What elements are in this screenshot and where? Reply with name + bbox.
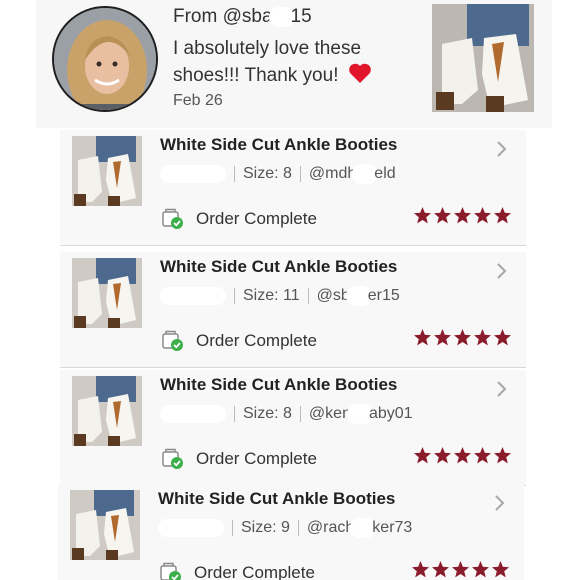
star-rating (412, 328, 512, 347)
star-icon (414, 329, 431, 346)
divider (234, 406, 235, 422)
order-size: Size: 9 (241, 519, 290, 537)
order-size: Size: 8 (243, 405, 292, 423)
divider (60, 245, 526, 246)
star-icon (492, 561, 509, 578)
avatar[interactable] (52, 6, 158, 112)
order-size: Size: 11 (243, 287, 300, 305)
product-thumbnail-image (70, 490, 140, 560)
order-complete-icon (162, 208, 183, 229)
star-rating (412, 206, 512, 225)
star-icon (454, 207, 471, 224)
star-icon (472, 561, 489, 578)
star-rating (410, 560, 510, 579)
star-icon (474, 447, 491, 464)
chevron-right-icon[interactable] (492, 262, 510, 280)
star-icon (454, 447, 471, 464)
star-icon (434, 329, 451, 346)
order-status-label: Order Complete (196, 331, 317, 350)
order-meta: Size: 8 @mdh eld (160, 164, 396, 184)
divider (234, 166, 235, 182)
product-thumbnail-image (72, 136, 142, 206)
product-title[interactable]: White Side Cut Ankle Booties (160, 375, 397, 395)
product-title[interactable]: White Side Cut Ankle Booties (158, 489, 395, 509)
review-author-suffix: 15 (290, 6, 312, 27)
chevron-right-icon[interactable] (492, 380, 510, 398)
redacted-price (158, 519, 224, 537)
product-title[interactable]: White Side Cut Ankle Booties (160, 257, 397, 277)
order-complete-icon (162, 448, 183, 469)
product-thumbnail[interactable] (72, 136, 142, 206)
star-icon (414, 447, 431, 464)
order-status-label: Order Complete (194, 563, 315, 580)
chevron-right-icon[interactable] (492, 140, 510, 158)
product-title[interactable]: White Side Cut Ankle Booties (160, 135, 397, 155)
star-icon (494, 329, 511, 346)
redacted-price (160, 287, 226, 305)
star-icon (434, 447, 451, 464)
order-status: Order Complete (162, 330, 317, 352)
order-complete-icon (160, 562, 181, 580)
star-rating (412, 446, 512, 465)
order-status-label: Order Complete (196, 209, 317, 228)
order-status: Order Complete (160, 562, 315, 580)
buyer-handle-prefix[interactable]: @mdh (309, 165, 356, 182)
buyer-handle-suffix[interactable]: er15 (368, 287, 400, 304)
buyer-handle-prefix[interactable]: @sb (317, 287, 350, 304)
divider (307, 288, 309, 304)
order-item[interactable]: White Side Cut Ankle Booties Size: 8 @mdh… (60, 130, 526, 246)
star-icon (494, 447, 511, 464)
order-status: Order Complete (162, 448, 317, 470)
product-thumbnail-image (72, 258, 142, 328)
order-meta: Size: 11 @sb er15 (160, 286, 400, 306)
heart-icon (348, 63, 371, 83)
buyer-handle-suffix[interactable]: ker73 (372, 519, 412, 536)
star-icon (414, 207, 431, 224)
review-author-prefix: From @sba (173, 6, 273, 27)
star-icon (494, 207, 511, 224)
order-size: Size: 8 (243, 165, 292, 183)
star-icon (452, 561, 469, 578)
buyer-handle-prefix[interactable]: @rach (307, 519, 354, 536)
divider (299, 406, 301, 422)
review-photo-image (432, 4, 534, 112)
star-icon (434, 207, 451, 224)
divider (234, 288, 235, 304)
review-date: Feb 26 (173, 92, 223, 109)
divider (297, 520, 299, 536)
buyer-handle-suffix[interactable]: aby01 (369, 405, 413, 422)
order-status: Order Complete (162, 208, 317, 230)
divider (299, 166, 301, 182)
review-comment-text: I absolutely love these shoes!!! Thank y… (173, 38, 362, 86)
order-item[interactable]: White Side Cut Ankle Booties Size: 11 @sb… (60, 252, 526, 368)
product-thumbnail[interactable] (70, 490, 140, 560)
product-thumbnail[interactable] (72, 258, 142, 328)
product-thumbnail-image (72, 376, 142, 446)
chevron-right-icon[interactable] (490, 494, 508, 512)
review-photo[interactable] (432, 4, 534, 112)
order-item[interactable]: White Side Cut Ankle Booties Size: 9 @rac… (58, 484, 524, 580)
order-meta: Size: 9 @rach ker73 (158, 518, 412, 538)
redacted-price (160, 165, 226, 183)
star-icon (432, 561, 449, 578)
review-author[interactable]: From @sba 15 (173, 6, 312, 28)
order-complete-icon (162, 330, 183, 351)
star-icon (474, 329, 491, 346)
buyer-handle-suffix[interactable]: eld (374, 165, 395, 182)
order-item[interactable]: White Side Cut Ankle Booties Size: 8 @ken… (60, 370, 526, 486)
divider (60, 367, 526, 368)
order-status-label: Order Complete (196, 449, 317, 468)
order-meta: Size: 8 @ken aby01 (160, 404, 413, 424)
avatar-image (54, 8, 156, 110)
buyer-handle-prefix[interactable]: @ken (309, 405, 351, 422)
star-icon (474, 207, 491, 224)
product-thumbnail[interactable] (72, 376, 142, 446)
star-icon (454, 329, 471, 346)
review-comment: I absolutely love these shoes!!! Thank y… (173, 35, 403, 89)
divider (232, 520, 233, 536)
star-icon (412, 561, 429, 578)
review-card: From @sba 15 I absolutely love these shoe… (36, 0, 552, 128)
redacted-price (160, 405, 226, 423)
